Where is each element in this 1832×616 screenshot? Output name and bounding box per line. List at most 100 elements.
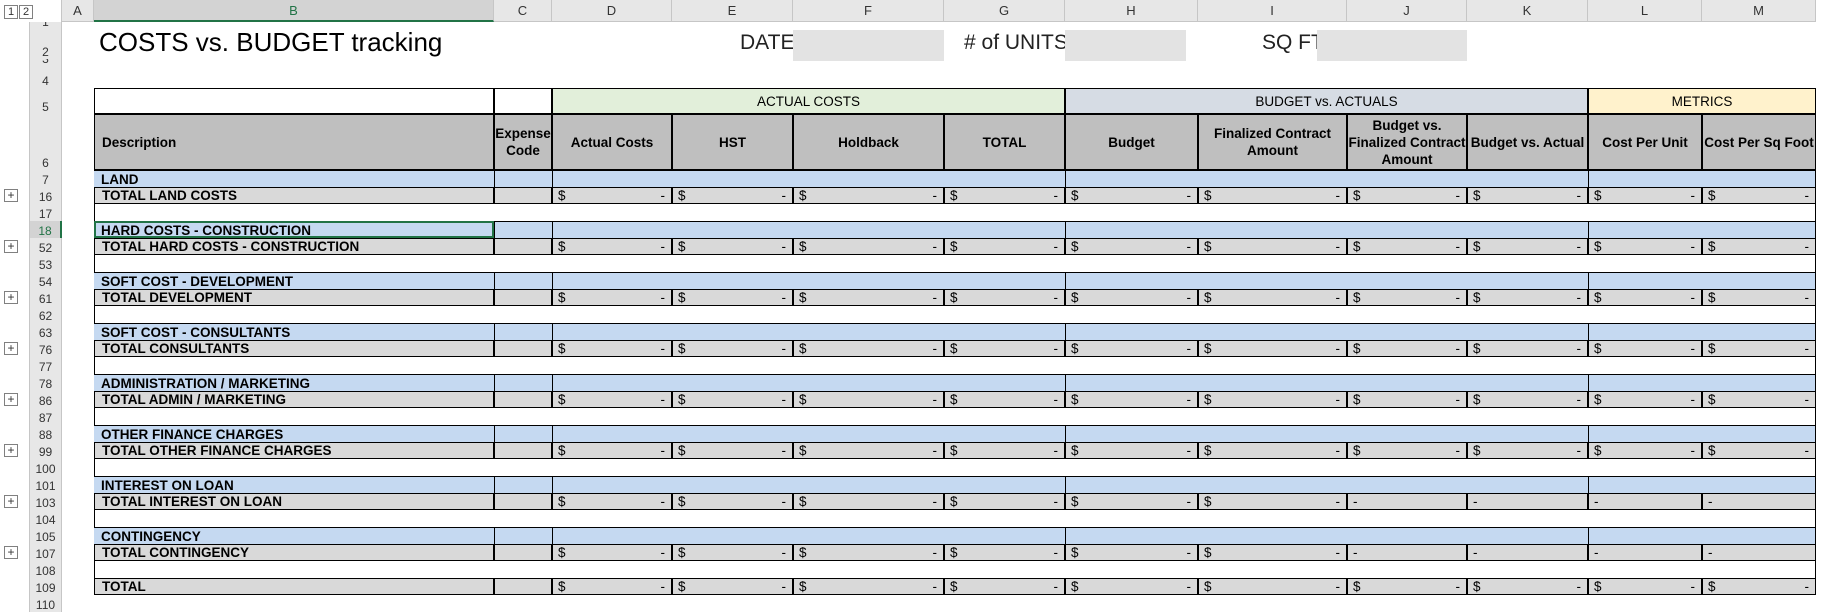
row-header-52[interactable]: 52 bbox=[30, 238, 62, 255]
amount-cell[interactable]: $ - bbox=[552, 391, 672, 408]
section-cell[interactable] bbox=[1467, 527, 1588, 544]
row-header-107[interactable]: 107 bbox=[30, 544, 62, 561]
section-cell[interactable] bbox=[672, 527, 793, 544]
expense-code-cell[interactable] bbox=[494, 289, 552, 306]
amount-cell[interactable]: $ - bbox=[1198, 493, 1347, 510]
section-cell[interactable] bbox=[1588, 374, 1702, 391]
section-cell[interactable] bbox=[1702, 221, 1816, 238]
section-cell[interactable] bbox=[552, 170, 672, 187]
amount-cell[interactable]: $ - bbox=[944, 187, 1065, 204]
amount-cell[interactable]: $ - bbox=[1198, 340, 1347, 357]
section-cell[interactable] bbox=[1588, 425, 1702, 442]
expand-group-icon[interactable]: + bbox=[4, 342, 18, 355]
section-cell[interactable] bbox=[494, 527, 552, 544]
row-header-105[interactable]: 105 bbox=[30, 527, 62, 544]
amount-cell[interactable]: $ - bbox=[672, 544, 793, 561]
blank-row[interactable] bbox=[94, 408, 1816, 425]
section-cell[interactable] bbox=[672, 425, 793, 442]
amount-cell[interactable]: $ - bbox=[1467, 578, 1588, 595]
amount-cell[interactable]: $ - bbox=[1065, 289, 1198, 306]
section-cell[interactable] bbox=[944, 272, 1065, 289]
amount-cell[interactable]: $ - bbox=[552, 340, 672, 357]
expense-code-cell[interactable] bbox=[494, 187, 552, 204]
section-cell[interactable] bbox=[1347, 272, 1467, 289]
amount-cell[interactable]: $ - bbox=[672, 578, 793, 595]
section-cell[interactable] bbox=[1347, 476, 1467, 493]
section-cell[interactable] bbox=[494, 170, 552, 187]
row-header-100[interactable]: 100 bbox=[30, 459, 62, 476]
section-cell[interactable] bbox=[1702, 476, 1816, 493]
row-header-109[interactable]: 109 bbox=[30, 578, 62, 595]
section-cell[interactable] bbox=[672, 374, 793, 391]
section-cell[interactable] bbox=[1065, 527, 1198, 544]
section-cell[interactable] bbox=[944, 170, 1065, 187]
row-header-99[interactable]: 99 bbox=[30, 442, 62, 459]
expense-code-cell[interactable] bbox=[494, 340, 552, 357]
row-header-108[interactable]: 108 bbox=[30, 561, 62, 578]
amount-cell[interactable]: $ - bbox=[1065, 238, 1198, 255]
section-cell[interactable] bbox=[1347, 170, 1467, 187]
row-header-61[interactable]: 61 bbox=[30, 289, 62, 306]
section-cell[interactable] bbox=[1702, 323, 1816, 340]
column-header-b[interactable]: B bbox=[94, 0, 494, 22]
amount-cell[interactable]: $ - bbox=[793, 544, 944, 561]
expense-code-cell[interactable] bbox=[494, 442, 552, 459]
row-header-2[interactable]: 2 bbox=[30, 29, 62, 59]
section-cell[interactable] bbox=[1065, 323, 1198, 340]
section-cell[interactable] bbox=[1347, 323, 1467, 340]
section-cell[interactable] bbox=[1588, 170, 1702, 187]
section-cell[interactable] bbox=[944, 425, 1065, 442]
amount-cell[interactable]: $ - bbox=[1198, 391, 1347, 408]
row-header-17[interactable]: 17 bbox=[30, 204, 62, 221]
amount-cell[interactable]: $ - bbox=[1347, 187, 1467, 204]
amount-cell[interactable]: $ - bbox=[1588, 442, 1702, 459]
amount-cell[interactable]: $ - bbox=[552, 578, 672, 595]
column-header-m[interactable]: M bbox=[1702, 0, 1816, 22]
amount-cell[interactable]: - bbox=[1702, 544, 1816, 561]
section-cell[interactable] bbox=[1198, 527, 1347, 544]
section-cell[interactable] bbox=[1467, 374, 1588, 391]
section-cell[interactable] bbox=[672, 221, 793, 238]
section-cell[interactable] bbox=[552, 272, 672, 289]
row-header-1[interactable]: 1 bbox=[30, 22, 62, 29]
section-cell[interactable] bbox=[1198, 272, 1347, 289]
section-cell[interactable] bbox=[672, 476, 793, 493]
row-header-54[interactable]: 54 bbox=[30, 272, 62, 289]
amount-cell[interactable]: $ - bbox=[1702, 340, 1816, 357]
date-input[interactable] bbox=[793, 30, 944, 61]
amount-cell[interactable]: $ - bbox=[1347, 391, 1467, 408]
section-cell[interactable] bbox=[1588, 527, 1702, 544]
amount-cell[interactable]: $ - bbox=[1588, 187, 1702, 204]
row-header-5[interactable]: 5 bbox=[30, 88, 62, 114]
expand-group-icon[interactable]: + bbox=[4, 393, 18, 406]
section-cell[interactable] bbox=[1065, 170, 1198, 187]
section-cell[interactable] bbox=[793, 272, 944, 289]
amount-cell[interactable]: - bbox=[1347, 493, 1467, 510]
expand-group-icon[interactable]: + bbox=[4, 495, 18, 508]
section-cell[interactable] bbox=[793, 374, 944, 391]
section-cell[interactable] bbox=[793, 323, 944, 340]
section-cell[interactable] bbox=[1198, 476, 1347, 493]
section-cell[interactable] bbox=[1702, 272, 1816, 289]
row-header-53[interactable]: 53 bbox=[30, 255, 62, 272]
amount-cell[interactable]: - bbox=[1702, 493, 1816, 510]
section-cell[interactable] bbox=[1347, 425, 1467, 442]
expand-group-icon[interactable]: + bbox=[4, 546, 18, 559]
expand-group-icon[interactable]: + bbox=[4, 444, 18, 457]
amount-cell[interactable]: $ - bbox=[793, 391, 944, 408]
amount-cell[interactable]: $ - bbox=[1065, 544, 1198, 561]
amount-cell[interactable]: $ - bbox=[944, 340, 1065, 357]
amount-cell[interactable]: $ - bbox=[1198, 578, 1347, 595]
section-cell[interactable] bbox=[494, 374, 552, 391]
section-cell[interactable] bbox=[1467, 272, 1588, 289]
amount-cell[interactable]: - bbox=[1347, 544, 1467, 561]
expense-code-cell[interactable] bbox=[494, 578, 552, 595]
section-cell[interactable] bbox=[672, 272, 793, 289]
amount-cell[interactable]: $ - bbox=[1347, 289, 1467, 306]
expand-group-icon[interactable]: + bbox=[4, 291, 18, 304]
amount-cell[interactable]: $ - bbox=[944, 544, 1065, 561]
section-cell[interactable] bbox=[944, 374, 1065, 391]
section-cell[interactable] bbox=[944, 221, 1065, 238]
amount-cell[interactable]: $ - bbox=[793, 289, 944, 306]
amount-cell[interactable]: $ - bbox=[552, 187, 672, 204]
